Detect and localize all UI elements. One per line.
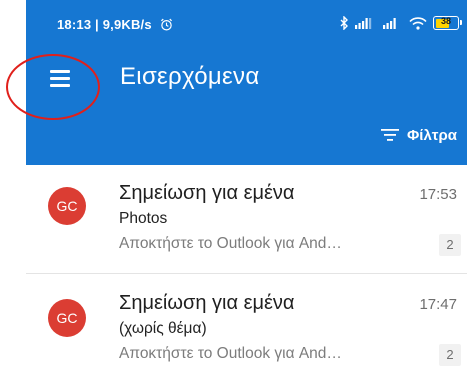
signal-bars-icon [355, 18, 372, 29]
thread-count-badge: 2 [439, 234, 461, 256]
battery-icon: 38 [433, 16, 462, 30]
status-bar: 18:13 | 9,9KB/s 38 [26, 0, 467, 44]
thread-count-badge: 2 [439, 344, 461, 366]
alarm-clock-icon [160, 18, 172, 31]
avatar: GC [48, 299, 86, 337]
battery-level: 38 [440, 16, 451, 26]
avatar: GC [48, 187, 86, 225]
message-row[interactable]: GC Σημείωση για εμένα 17:47 (χωρίς θέμα)… [26, 275, 467, 367]
menu-line [50, 84, 70, 87]
status-right: 38 [340, 15, 462, 31]
filter-button[interactable]: Φίλτρα [380, 123, 457, 147]
signal-bars-2-icon [383, 18, 396, 29]
app-header: 18:13 | 9,9KB/s 38 Εισερχόμενα Φίλτρα [26, 0, 467, 165]
filter-icon [380, 129, 399, 141]
status-left: 18:13 | 9,9KB/s [57, 17, 173, 32]
row-divider [26, 273, 467, 274]
menu-line [50, 77, 70, 80]
hamburger-menu-icon [50, 70, 70, 73]
phone-screen: 18:13 | 9,9KB/s 38 Εισερχόμενα Φίλτρα GC… [0, 0, 467, 367]
message-sender: Σημείωση για εμένα [119, 182, 295, 204]
message-preview: Αποκτήστε το Outlook για And… [119, 345, 342, 362]
message-subject: (χωρίς θέμα) [119, 320, 207, 337]
message-row[interactable]: GC Σημείωση για εμένα 17:53 Photos Αποκτ… [26, 165, 467, 275]
message-time: 17:53 [419, 186, 457, 203]
hamburger-menu-button[interactable] [36, 60, 80, 100]
status-time-speed: 18:13 | 9,9KB/s [57, 17, 152, 32]
message-preview: Αποκτήστε το Outlook για And… [119, 235, 342, 252]
page-title: Εισερχόμενα [120, 63, 260, 90]
message-sender: Σημείωση για εμένα [119, 292, 295, 314]
bluetooth-icon [340, 16, 348, 30]
wifi-icon [409, 16, 427, 30]
message-subject: Photos [119, 210, 168, 227]
filter-label: Φίλτρα [406, 126, 457, 144]
message-time: 17:47 [419, 296, 457, 313]
